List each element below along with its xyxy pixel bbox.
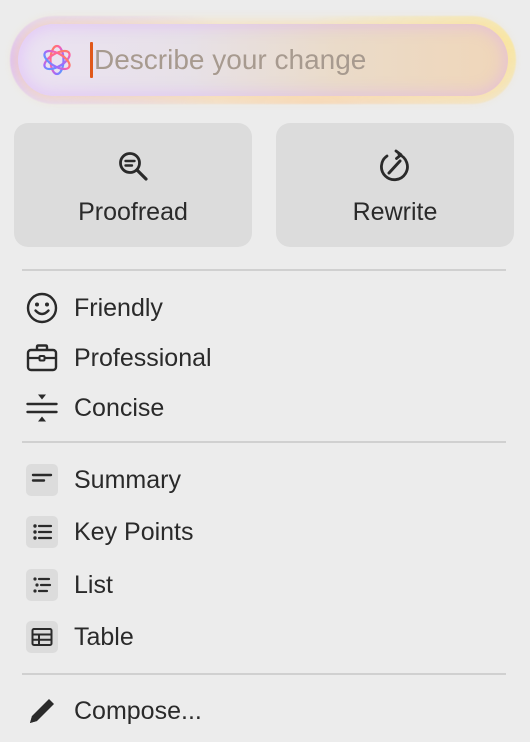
menu-item-concise[interactable]: Concise [22,386,506,430]
menu-item-compose[interactable]: Compose... [22,689,506,733]
pencil-icon [22,691,62,731]
magnifier-icon [116,148,150,184]
table-icon [26,621,58,653]
menu-item-summary[interactable]: Summary [22,458,506,502]
menu-item-key-points[interactable]: Key Points [22,510,506,554]
rewrite-button[interactable]: Rewrite [276,123,514,247]
divider [22,269,506,271]
divider [22,673,506,675]
rewrite-label: Rewrite [352,197,438,226]
menu-item-label: Friendly [74,293,163,322]
intelligence-logo-icon [40,43,74,77]
menu-item-label: Professional [74,343,212,372]
menu-item-label: Table [74,622,134,651]
briefcase-icon [22,338,62,378]
rewrite-icon [377,148,413,184]
menu-item-professional[interactable]: Professional [22,336,506,380]
menu-item-list[interactable]: List [22,563,506,607]
menu-item-friendly[interactable]: Friendly [22,286,506,330]
proofread-label: Proofread [78,197,188,226]
text-caret [90,42,93,78]
menu-item-label: Key Points [74,517,194,546]
compress-icon [22,388,62,428]
bullet-list-icon [26,516,58,548]
proofread-button[interactable]: Proofread [14,123,252,247]
summary-icon [26,464,58,496]
divider [22,441,506,443]
list-icon [26,569,58,601]
menu-item-table[interactable]: Table [22,615,506,659]
prompt-bar[interactable] [18,24,508,96]
smiley-icon [22,288,62,328]
describe-change-input[interactable] [94,44,454,76]
menu-item-label: List [74,570,113,599]
menu-item-label: Compose... [74,696,202,725]
menu-item-label: Summary [74,465,181,494]
menu-item-label: Concise [74,393,165,422]
writing-tools-panel: Proofread Rewrite Friendly [0,0,530,742]
